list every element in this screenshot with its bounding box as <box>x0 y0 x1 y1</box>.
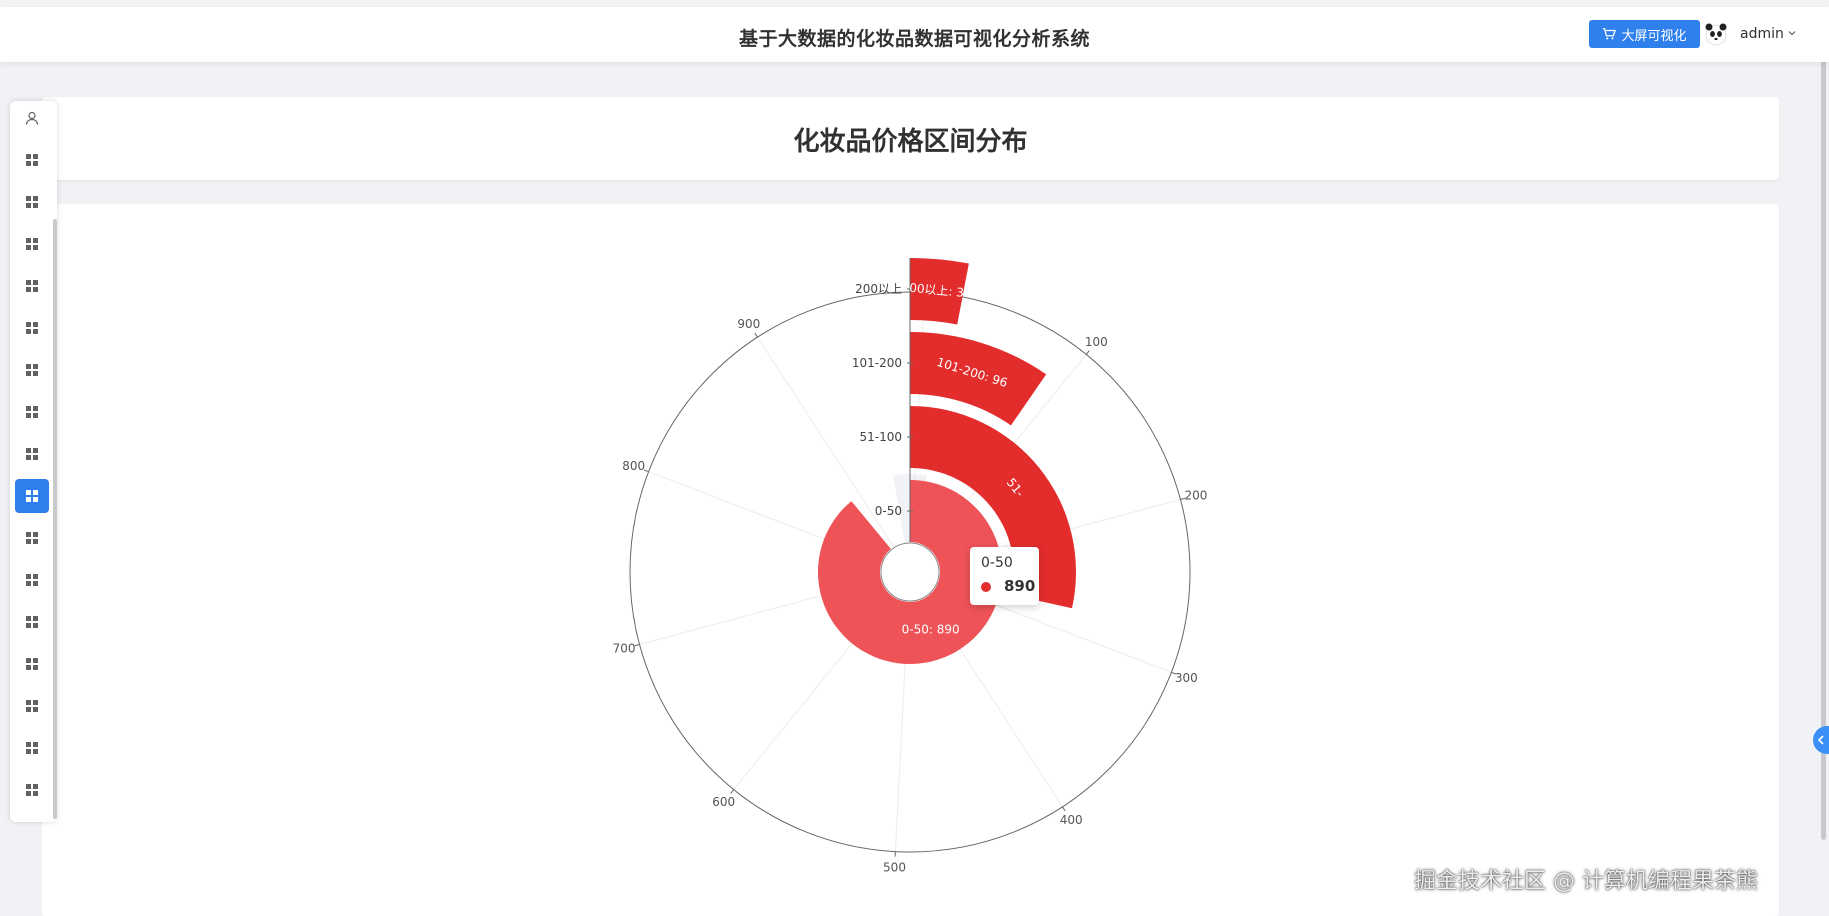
grid-icon <box>26 490 38 502</box>
avatar[interactable] <box>1704 22 1728 46</box>
app-title: 基于大数据的化妆品数据可视化分析系统 <box>738 28 1090 50</box>
tick-mark <box>1062 806 1066 812</box>
grid-icon <box>26 280 38 292</box>
tick-label: 800 <box>622 459 645 473</box>
sidebar-item-10[interactable] <box>15 521 49 555</box>
tick-label: 200 <box>1184 488 1207 502</box>
bigscreen-button[interactable]: 大屏可视化 <box>1589 20 1700 48</box>
chart-tooltip: 0-50 890 <box>970 547 1039 605</box>
tick-mark <box>1085 350 1090 355</box>
grid-icon <box>26 322 38 334</box>
category-label: 51-100 <box>859 430 902 444</box>
grid-icon <box>26 364 38 376</box>
user-icon <box>25 111 39 125</box>
center-hole <box>880 542 940 602</box>
user-name[interactable]: admin <box>1740 26 1784 42</box>
sidebar-scrollbar[interactable] <box>53 219 57 819</box>
page-scrollbar[interactable] <box>1821 60 1826 840</box>
sidebar-item-1[interactable] <box>15 143 49 177</box>
tick-label: 600 <box>712 795 735 809</box>
sidebar-item-15[interactable] <box>15 731 49 765</box>
sidebar-item-14[interactable] <box>15 689 49 723</box>
sidebar-item-7[interactable] <box>15 395 49 429</box>
tick-mark <box>754 332 758 338</box>
grid-icon <box>26 784 38 796</box>
grid-icon <box>26 616 38 628</box>
grid-icon <box>26 196 38 208</box>
sidebar-item-11[interactable] <box>15 563 49 597</box>
category-label: 200以上 <box>855 282 902 296</box>
watermark: 掘金技术社区 @ 计算机编程果茶熊 <box>1414 869 1758 894</box>
sidebar-item-user[interactable] <box>15 101 49 135</box>
bigscreen-label: 大屏可视化 <box>1621 28 1687 44</box>
sidebar-item-12[interactable] <box>15 605 49 639</box>
sidebar-item-6[interactable] <box>15 353 49 387</box>
category-label: 0-50 <box>875 504 902 518</box>
tick-label: 300 <box>1175 671 1198 685</box>
grid-icon <box>26 238 38 250</box>
sidebar-item-8[interactable] <box>15 437 49 471</box>
tick-label: 500 <box>883 861 906 875</box>
tick-label: 700 <box>613 642 636 656</box>
sidebar-item-4[interactable] <box>15 269 49 303</box>
grid-icon <box>26 406 38 418</box>
grid-icon <box>26 532 38 544</box>
grid-icon <box>26 658 38 670</box>
sidebar-item-2[interactable] <box>15 185 49 219</box>
tooltip-value: 890 <box>1004 577 1036 595</box>
tick-label: 900 <box>737 317 760 331</box>
data-label: 0-50: 890 <box>902 622 960 636</box>
tick-label: 100 <box>1085 335 1108 349</box>
grid-icon <box>26 154 38 166</box>
cart-icon <box>1603 28 1617 40</box>
tick-label: 400 <box>1060 813 1083 827</box>
tooltip-category: 0-50 <box>981 555 1013 571</box>
grid-icon <box>26 742 38 754</box>
grid-icon <box>26 574 38 586</box>
grid-icon <box>26 448 38 460</box>
tooltip-marker <box>981 582 991 592</box>
chevron-left-icon <box>1817 735 1824 745</box>
chevron-down-icon[interactable] <box>1787 28 1797 38</box>
sidebar-item-5[interactable] <box>15 311 49 345</box>
price-range-polar-chart: 01002003004005006007008009000-5051-10010… <box>613 258 1207 875</box>
category-label: 101-200 <box>852 356 902 370</box>
sidebar-item-3[interactable] <box>15 227 49 261</box>
top-header: 基于大数据的化妆品数据可视化分析系统 大屏可视化 admin <box>0 7 1829 62</box>
sidebar-item-13[interactable] <box>15 647 49 681</box>
sidebar-item-9[interactable] <box>15 479 49 513</box>
grid-icon <box>26 700 38 712</box>
tick-mark <box>730 789 735 794</box>
sidebar <box>10 101 57 822</box>
sidebar-item-16[interactable] <box>15 773 49 807</box>
